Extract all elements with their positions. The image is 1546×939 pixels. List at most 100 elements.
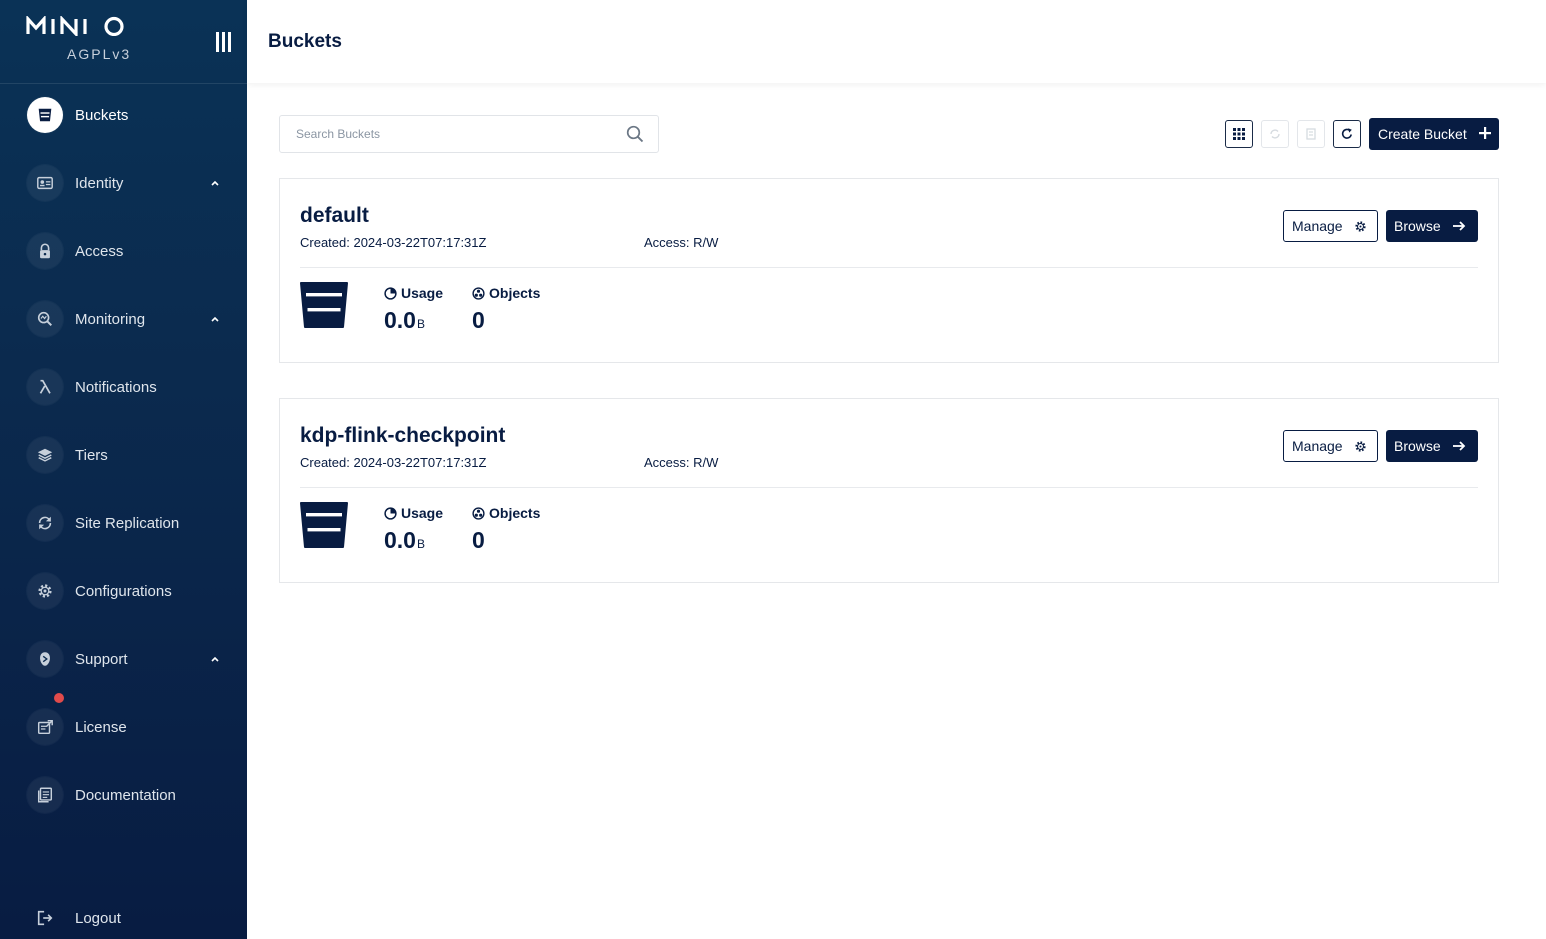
usage-value: 0.0 [384, 527, 416, 553]
sidebar-item-label: Access [75, 242, 124, 260]
sidebar-item-label: Buckets [75, 106, 129, 124]
page-header: Buckets [247, 0, 1546, 83]
sidebar-item-label: Identity [75, 174, 124, 192]
bucket-access: Access: R/W [644, 455, 719, 470]
usage-label: Usage [401, 505, 444, 521]
sidebar-item-site-replication[interactable]: Site Replication [0, 495, 247, 551]
identity-icon [27, 165, 63, 201]
bucket-access: Access: R/W [644, 235, 719, 250]
replication-icon [27, 505, 63, 541]
usage-label: Usage [401, 285, 444, 301]
card-divider [300, 487, 1478, 488]
set-replication-button[interactable] [1297, 120, 1325, 148]
copy-icon [1306, 128, 1316, 140]
logout-label: Logout [75, 909, 121, 927]
sidebar-item-label: Configurations [75, 582, 172, 600]
browse-label: Browse [1394, 218, 1441, 234]
brand: AGPLv3 [0, 0, 247, 84]
layers-icon [27, 437, 63, 473]
bucket-name[interactable]: default [300, 204, 369, 228]
bucket-icon [300, 282, 348, 328]
usage-stat: Usage 0.0B [384, 505, 443, 554]
sidebar-item-configurations[interactable]: Configurations [0, 563, 247, 619]
card-divider [300, 267, 1478, 268]
notification-badge [54, 693, 64, 703]
pie-chart-icon [384, 506, 397, 520]
arrow-right-icon [1453, 441, 1466, 451]
sidebar-item-support[interactable]: Support [0, 631, 247, 687]
sidebar-item-license[interactable]: License [0, 693, 247, 755]
bucket-created: Created: 2024-03-22T07:17:31Z [300, 235, 487, 250]
collapse-menu-button[interactable] [216, 32, 232, 52]
manage-label: Manage [1292, 438, 1343, 454]
pie-chart-icon [384, 286, 397, 300]
search-box [279, 115, 659, 153]
bucket-icon [27, 97, 63, 133]
sidebar-item-label: Monitoring [75, 310, 146, 328]
documentation-icon [27, 777, 63, 813]
search-icon[interactable] [626, 125, 644, 143]
page-title: Buckets [268, 31, 342, 52]
sidebar-item-documentation[interactable]: Documentation [0, 767, 247, 823]
objects-stat: Objects 0 [472, 505, 540, 554]
objects-value: 0 [472, 307, 485, 333]
usage-unit: B [416, 537, 425, 551]
gear-icon [27, 573, 63, 609]
manage-button[interactable]: Manage [1283, 210, 1378, 242]
objects-icon [472, 286, 485, 300]
objects-icon [472, 506, 485, 520]
objects-label: Objects [489, 285, 541, 301]
sidebar-item-label: Notifications [75, 378, 157, 396]
gear-icon [1355, 221, 1366, 232]
usage-value: 0.0 [384, 307, 416, 333]
minio-logo [26, 16, 124, 36]
objects-value: 0 [472, 527, 485, 553]
sidebar-item-identity[interactable]: Identity [0, 155, 247, 211]
grid-icon [1233, 128, 1245, 140]
plus-icon [1479, 127, 1491, 139]
set-lifecycle-button[interactable] [1261, 120, 1289, 148]
bucket-card: kdp-flink-checkpoint Created: 2024-03-22… [279, 398, 1499, 583]
chevron-up-icon [211, 316, 219, 322]
sidebar-item-label: Tiers [75, 446, 108, 464]
sidebar-item-buckets[interactable]: Buckets [0, 87, 247, 143]
bucket-name[interactable]: kdp-flink-checkpoint [300, 424, 505, 448]
create-bucket-button[interactable]: Create Bucket [1369, 118, 1499, 150]
logout-button[interactable]: Logout [0, 898, 247, 938]
objects-stat: Objects 0 [472, 285, 540, 334]
license-icon [27, 709, 63, 745]
manage-button[interactable]: Manage [1283, 430, 1378, 462]
select-multiple-button[interactable] [1225, 120, 1253, 148]
search-input[interactable] [280, 116, 620, 152]
sidebar: AGPLv3 Buckets Identity Access Monitorin… [0, 0, 247, 939]
sidebar-item-monitoring[interactable]: Monitoring [0, 291, 247, 347]
lambda-icon [27, 369, 63, 405]
logout-icon [37, 910, 53, 926]
browse-label: Browse [1394, 438, 1441, 454]
support-icon [27, 641, 63, 677]
chevron-up-icon [211, 180, 219, 186]
arrow-right-icon [1453, 221, 1466, 231]
browse-button[interactable]: Browse [1386, 210, 1478, 242]
sidebar-item-notifications[interactable]: Notifications [0, 359, 247, 415]
manage-label: Manage [1292, 218, 1343, 234]
monitoring-icon [27, 301, 63, 337]
refresh-button[interactable] [1333, 120, 1361, 148]
bucket-icon [300, 502, 348, 548]
create-bucket-label: Create Bucket [1378, 126, 1467, 142]
browse-button[interactable]: Browse [1386, 430, 1478, 462]
sidebar-item-label: Support [75, 650, 128, 668]
sidebar-item-tiers[interactable]: Tiers [0, 427, 247, 483]
usage-stat: Usage 0.0B [384, 285, 443, 334]
lifecycle-icon [1270, 129, 1280, 139]
license-tag: AGPLv3 [67, 46, 132, 62]
bucket-card: default Created: 2024-03-22T07:17:31Z Ac… [279, 178, 1499, 363]
gear-icon [1355, 441, 1366, 452]
objects-label: Objects [489, 505, 541, 521]
sidebar-item-label: License [75, 718, 127, 736]
usage-unit: B [416, 317, 425, 331]
sidebar-item-label: Site Replication [75, 514, 180, 532]
sidebar-item-access[interactable]: Access [0, 223, 247, 279]
sidebar-item-label: Documentation [75, 786, 176, 804]
lock-icon [27, 233, 63, 269]
